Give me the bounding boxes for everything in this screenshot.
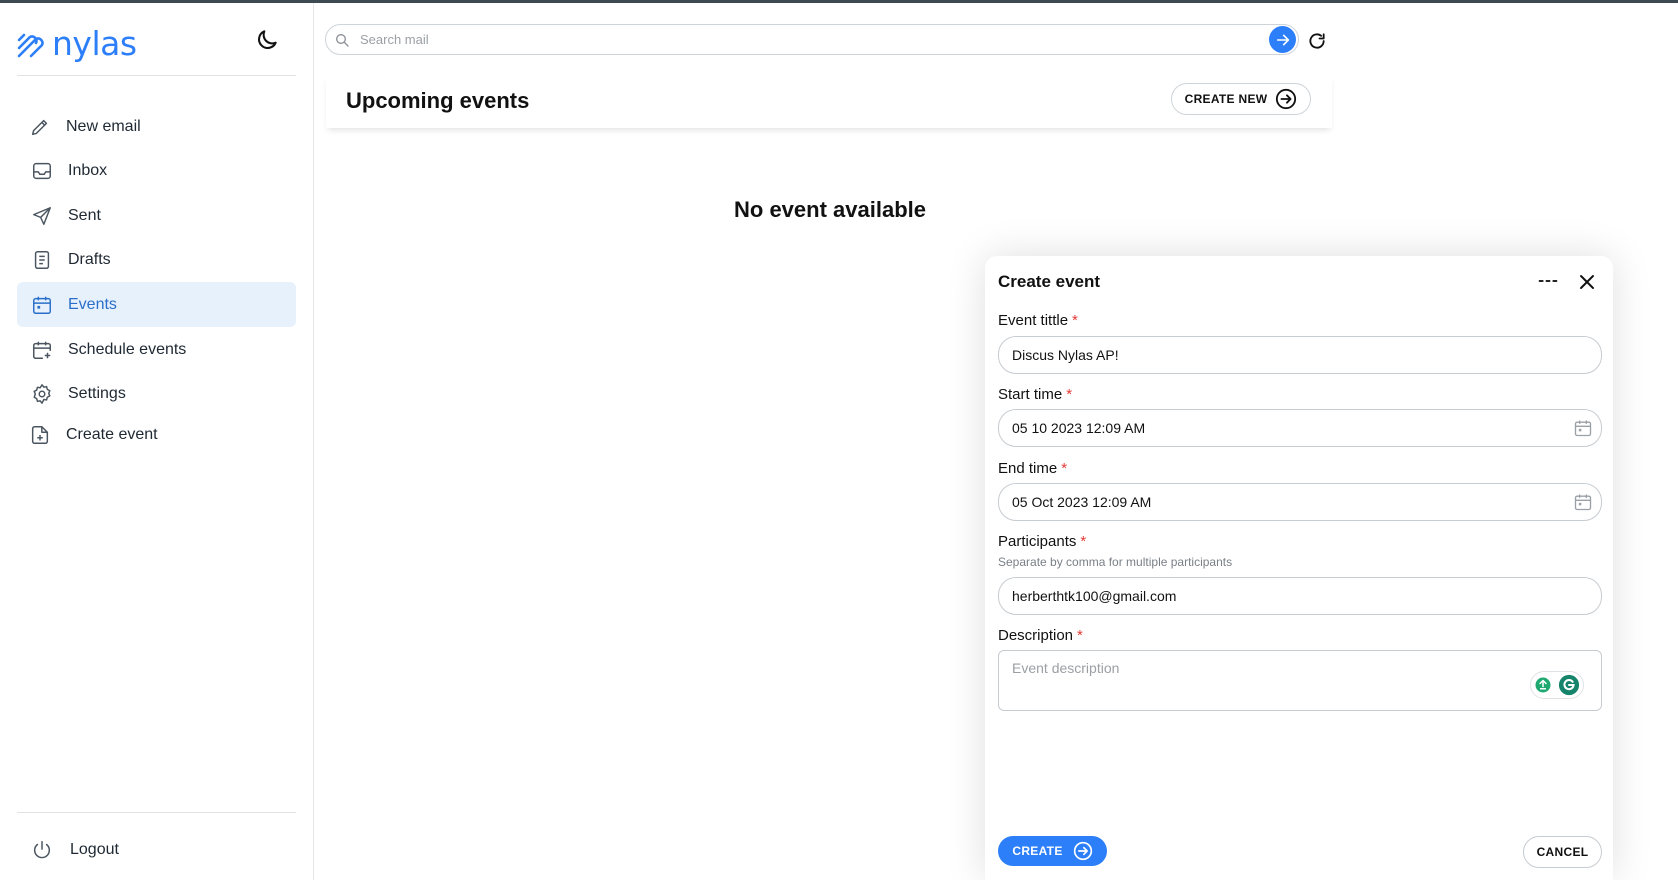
start-time-label: Start time *	[998, 386, 1073, 403]
description-label: Description *	[998, 627, 1083, 644]
logout-button[interactable]: Logout	[17, 828, 296, 872]
sidebar-item-label: Inbox	[68, 161, 108, 179]
sidebar-item-label: Drafts	[68, 250, 111, 268]
create-label: CREATE	[1012, 844, 1063, 858]
moon-icon	[258, 30, 277, 49]
refresh-button[interactable]	[1305, 29, 1329, 53]
required-mark: *	[1077, 627, 1083, 644]
search-input[interactable]	[358, 31, 1262, 48]
description-placeholder: Event description	[1012, 660, 1120, 676]
sidebar-divider-top	[17, 75, 296, 76]
close-button[interactable]	[1576, 271, 1598, 293]
grammarly-icon	[1558, 674, 1580, 696]
sidebar-item-label: New email	[66, 118, 141, 135]
sidebar-item-sent[interactable]: Sent	[17, 194, 296, 237]
pencil-icon	[28, 115, 52, 139]
end-time-label: End time *	[998, 460, 1068, 477]
sidebar-item-drafts[interactable]: Drafts	[17, 237, 296, 282]
sidebar-item-label: Schedule events	[68, 340, 187, 358]
file-plus-icon	[28, 423, 52, 447]
sidebar-item-label: Sent	[68, 206, 101, 224]
search-bar	[325, 24, 1299, 55]
arrow-circle-right-icon	[1276, 88, 1297, 110]
calendar-plus-icon	[30, 338, 54, 362]
empty-state-text: No event available	[734, 197, 926, 222]
event-title-field[interactable]: Discus Nylas AP!	[998, 336, 1602, 374]
cancel-button[interactable]: CANCEL	[1523, 836, 1602, 868]
close-icon	[1580, 275, 1594, 289]
participants-hint: Separate by comma for multiple participa…	[998, 555, 1233, 569]
event-title-value: Discus Nylas AP!	[1012, 347, 1119, 363]
create-button[interactable]: CREATE	[998, 836, 1107, 866]
sidebar-item-new-email[interactable]: New email	[17, 107, 296, 147]
document-icon	[30, 248, 54, 272]
required-mark: *	[1066, 386, 1073, 403]
calendar-icon[interactable]	[1572, 491, 1594, 513]
sidebar-divider-bottom	[17, 812, 296, 813]
logout-label: Logout	[70, 841, 119, 858]
sidebar-item-create-event[interactable]: Create event	[17, 415, 296, 455]
sidebar-nav: New email Inbox Sent Drafts Events Sched…	[17, 107, 296, 455]
end-time-field[interactable]: 05 Oct 2023 12:09 AM	[998, 483, 1602, 521]
sidebar: nylas New email Inbox Sent Drafts Events…	[0, 3, 314, 880]
nylas-logo-icon	[17, 33, 44, 57]
required-mark: *	[1061, 460, 1068, 477]
refresh-icon	[1309, 33, 1325, 49]
sidebar-item-label: Settings	[68, 384, 126, 402]
search-icon	[334, 31, 352, 49]
grammarly-sparkle-icon	[1535, 677, 1551, 693]
participants-value: herberthtk100@gmail.com	[1012, 588, 1177, 604]
events-header: Upcoming events CREATE NEW	[326, 74, 1332, 128]
create-event-modal: Create event Event tittle * Discus Nylas …	[985, 256, 1613, 880]
grammarly-widget[interactable]	[1530, 671, 1584, 699]
power-icon	[30, 838, 54, 862]
start-time-value: 05 10 2023 12:09 AM	[1012, 420, 1146, 436]
description-field[interactable]: Event description	[998, 650, 1602, 711]
participants-label: Participants *	[998, 533, 1087, 550]
minimize-button[interactable]	[1536, 269, 1560, 293]
send-icon	[30, 204, 54, 228]
required-mark: *	[1080, 533, 1087, 550]
sidebar-item-schedule-events[interactable]: Schedule events	[17, 327, 296, 372]
modal-title: Create event	[998, 272, 1101, 291]
arrow-circle-right-icon	[1073, 841, 1092, 861]
dashes-icon	[1538, 280, 1558, 282]
sidebar-item-events[interactable]: Events	[17, 282, 296, 327]
search-submit-button[interactable]	[1269, 26, 1296, 53]
required-mark: *	[1072, 312, 1078, 329]
cancel-label: CANCEL	[1536, 845, 1589, 859]
logo-text: nylas	[52, 24, 137, 63]
calendar-icon[interactable]	[1572, 417, 1594, 439]
nylas-logo[interactable]: nylas	[16, 27, 137, 60]
arrow-right-icon	[1276, 34, 1289, 45]
dark-mode-toggle[interactable]	[254, 27, 284, 57]
calendar-icon	[30, 293, 54, 317]
sidebar-item-settings[interactable]: Settings	[17, 372, 296, 415]
gear-icon	[30, 382, 54, 406]
sidebar-item-inbox[interactable]: Inbox	[17, 147, 296, 194]
event-title-label: Event tittle *	[998, 312, 1078, 329]
end-time-value: 05 Oct 2023 12:09 AM	[1012, 494, 1152, 510]
sidebar-item-label: Events	[68, 295, 117, 313]
sidebar-item-label: Create event	[66, 426, 158, 443]
create-new-button[interactable]: CREATE NEW	[1171, 83, 1311, 115]
page-title: Upcoming events	[346, 88, 530, 113]
participants-field[interactable]: herberthtk100@gmail.com	[998, 577, 1602, 615]
inbox-icon	[30, 159, 54, 183]
start-time-field[interactable]: 05 10 2023 12:09 AM	[998, 409, 1602, 447]
create-new-label: CREATE NEW	[1184, 92, 1268, 106]
